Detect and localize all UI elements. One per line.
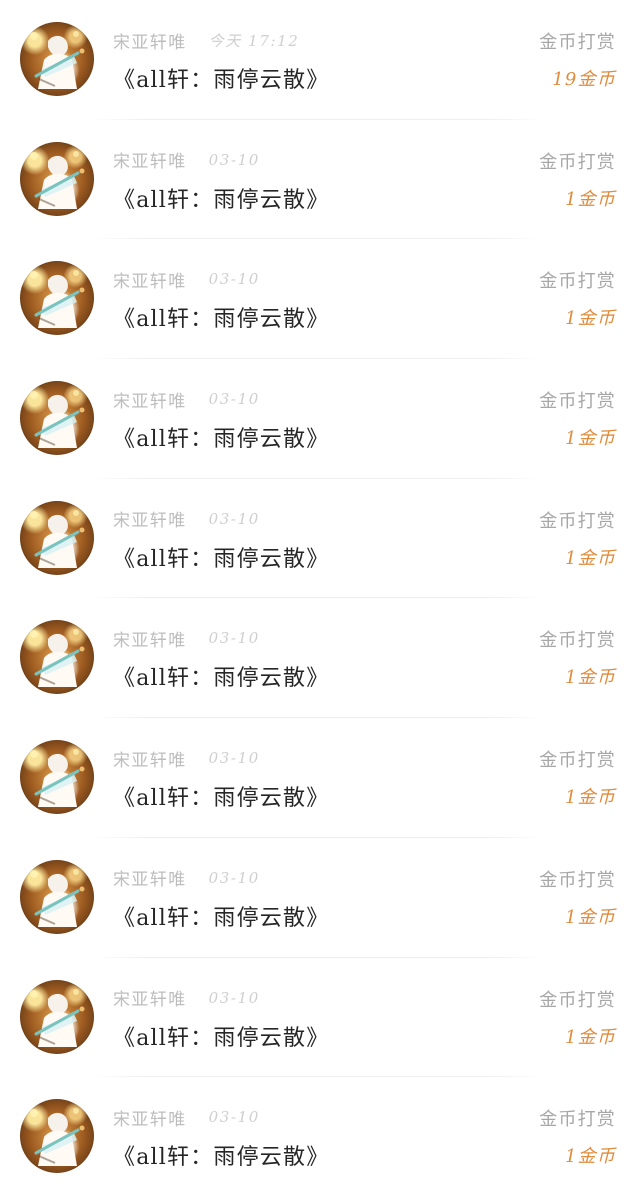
reward-amount: 1金币 — [564, 308, 616, 330]
reward-amount: 1金币 — [564, 547, 616, 569]
item-meta: 宋亚轩唯 03-10 — [113, 149, 260, 173]
avatar[interactable] — [20, 979, 94, 1054]
timestamp: 03-10 — [208, 749, 260, 768]
author-name: 宋亚轩唯 — [113, 990, 187, 1010]
timestamp: 03-10 — [208, 390, 260, 409]
item-meta: 宋亚轩唯 今天 17:12 — [113, 29, 300, 53]
work-title[interactable]: 《all轩：雨停云散》 — [113, 900, 329, 931]
reward-amount: 1金币 — [564, 667, 616, 689]
reward-type: 金币打赏 — [539, 989, 616, 1011]
item-meta: 宋亚轩唯 03-10 — [113, 627, 260, 651]
reward-amount: 1金币 — [564, 1026, 616, 1048]
author-name: 宋亚轩唯 — [113, 1109, 187, 1130]
reward-type: 金币打赏 — [539, 630, 616, 652]
reward-amount: 1金币 — [564, 787, 616, 809]
work-title[interactable]: 《all轩：雨停云散》 — [113, 1020, 329, 1051]
avatar[interactable] — [20, 740, 94, 815]
reward-list: 宋亚轩唯 今天 17:12 《all轩：雨停云散》 金币打赏 19金币 宋亚轩唯… — [0, 0, 640, 1197]
avatar[interactable] — [20, 141, 94, 216]
list-item[interactable]: 宋亚轩唯 03-10 《all轩：雨停云散》 金币打赏 1金币 — [0, 838, 640, 958]
list-item[interactable]: 宋亚轩唯 03-10 《all轩：雨停云散》 金币打赏 1金币 — [0, 1077, 640, 1197]
work-title[interactable]: 《all轩：雨停云散》 — [113, 421, 329, 452]
list-item[interactable]: 宋亚轩唯 03-10 《all轩：雨停云散》 金币打赏 1金币 — [0, 120, 640, 240]
reward-type: 金币打赏 — [539, 151, 616, 173]
work-title[interactable]: 《all轩：雨停云散》 — [113, 62, 329, 93]
work-title[interactable]: 《all轩：雨停云散》 — [113, 301, 329, 332]
reward-type: 金币打赏 — [539, 869, 616, 891]
reward-type: 金币打赏 — [539, 750, 616, 772]
reward-amount: 1金币 — [564, 188, 616, 210]
timestamp: 03-10 — [208, 150, 260, 169]
author-name: 宋亚轩唯 — [113, 391, 187, 412]
timestamp: 03-10 — [208, 509, 260, 528]
avatar[interactable] — [20, 261, 94, 336]
list-item[interactable]: 宋亚轩唯 03-10 《all轩：雨停云散》 金币打赏 1金币 — [0, 958, 640, 1078]
list-item[interactable]: 宋亚轩唯 03-10 《all轩：雨停云散》 金币打赏 1金币 — [0, 479, 640, 599]
list-item[interactable]: 宋亚轩唯 今天 17:12 《all轩：雨停云散》 金币打赏 19金币 — [0, 0, 640, 120]
timestamp: 今天 17:12 — [208, 31, 300, 50]
avatar[interactable] — [20, 22, 94, 96]
item-meta: 宋亚轩唯 03-10 — [113, 268, 260, 292]
author-name: 宋亚轩唯 — [113, 870, 187, 891]
reward-type: 金币打赏 — [539, 510, 616, 532]
list-item[interactable]: 宋亚轩唯 03-10 《all轩：雨停云散》 金币打赏 1金币 — [0, 239, 640, 360]
avatar[interactable] — [20, 620, 94, 695]
reward-amount: 1金币 — [564, 428, 616, 450]
list-item[interactable]: 宋亚轩唯 03-10 《all轩：雨停云散》 金币打赏 1金币 — [0, 718, 640, 838]
timestamp: 03-10 — [208, 270, 260, 289]
reward-amount: 19金币 — [552, 69, 616, 90]
work-title[interactable]: 《all轩：雨停云散》 — [113, 660, 329, 691]
work-title[interactable]: 《all轩：雨停云散》 — [113, 1139, 329, 1170]
work-title[interactable]: 《all轩：雨停云散》 — [113, 541, 329, 572]
item-meta: 宋亚轩唯 03-10 — [113, 987, 260, 1011]
avatar[interactable] — [20, 859, 94, 934]
author-name: 宋亚轩唯 — [113, 630, 187, 651]
item-meta: 宋亚轩唯 03-10 — [113, 1106, 260, 1130]
avatar[interactable] — [20, 381, 94, 456]
timestamp: 03-10 — [208, 1108, 260, 1127]
item-meta: 宋亚轩唯 03-10 — [113, 747, 260, 771]
reward-type: 金币打赏 — [539, 32, 616, 53]
list-item[interactable]: 宋亚轩唯 03-10 《all轩：雨停云散》 金币打赏 1金币 — [0, 598, 640, 719]
timestamp: 03-10 — [208, 988, 260, 1007]
work-title[interactable]: 《all轩：雨停云散》 — [113, 182, 329, 213]
list-item[interactable]: 宋亚轩唯 03-10 《all轩：雨停云散》 金币打赏 1金币 — [0, 359, 640, 479]
item-meta: 宋亚轩唯 03-10 — [113, 388, 260, 412]
author-name: 宋亚轩唯 — [113, 750, 187, 771]
reward-amount: 1金币 — [564, 906, 616, 928]
item-meta: 宋亚轩唯 03-10 — [113, 867, 260, 891]
avatar[interactable] — [20, 1099, 94, 1174]
reward-type: 金币打赏 — [539, 391, 616, 413]
reward-type: 金币打赏 — [539, 271, 616, 293]
author-name: 宋亚轩唯 — [113, 152, 187, 173]
timestamp: 03-10 — [208, 868, 260, 887]
timestamp: 03-10 — [208, 629, 260, 648]
author-name: 宋亚轩唯 — [113, 511, 187, 532]
reward-type: 金币打赏 — [539, 1109, 616, 1131]
author-name: 宋亚轩唯 — [113, 271, 187, 292]
item-meta: 宋亚轩唯 03-10 — [113, 508, 260, 532]
author-name: 宋亚轩唯 — [113, 32, 187, 53]
work-title[interactable]: 《all轩：雨停云散》 — [113, 780, 329, 811]
avatar[interactable] — [20, 500, 94, 575]
reward-amount: 1金币 — [564, 1146, 616, 1168]
